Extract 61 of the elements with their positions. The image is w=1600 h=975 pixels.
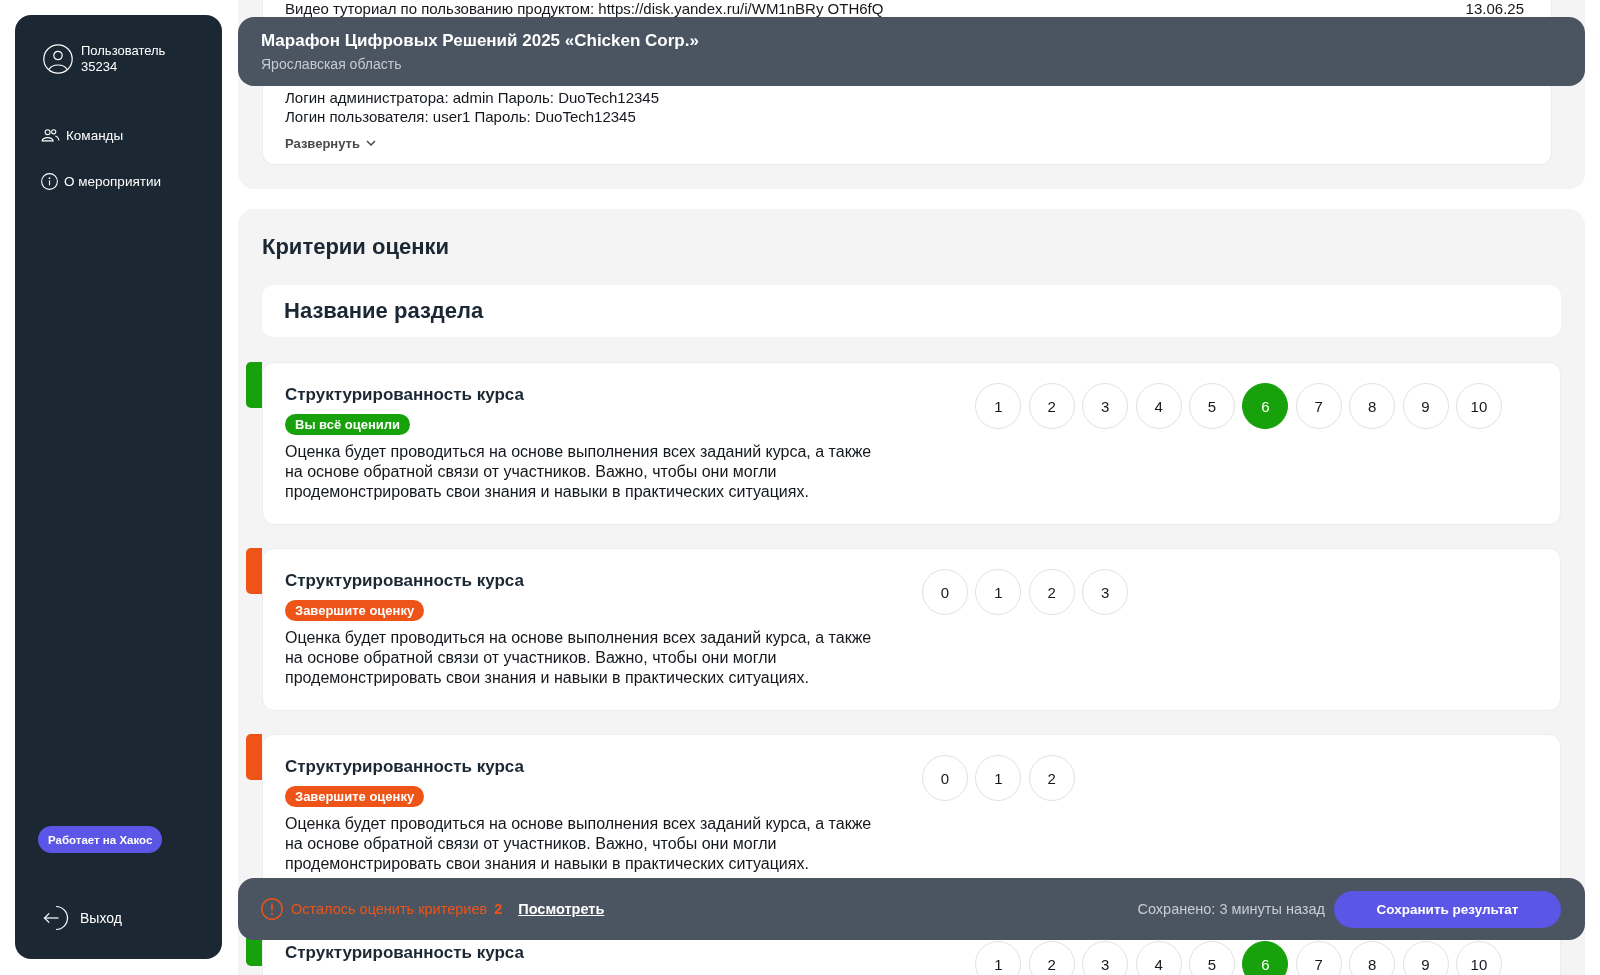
view-link[interactable]: Посмотреть <box>518 901 605 917</box>
warning-icon <box>261 898 283 920</box>
status-badge: Завершите оценку <box>285 600 425 621</box>
criterion-title: Структурированность курса <box>285 942 524 964</box>
criterion-title: Структурированность курса <box>285 756 524 778</box>
score-button[interactable]: 9 <box>1402 383 1449 429</box>
criteria-heading: Критерии оценки <box>262 233 451 261</box>
score-button[interactable]: 1 <box>975 755 1022 801</box>
score-button[interactable]: 7 <box>1295 941 1342 975</box>
score-button[interactable]: 2 <box>1028 569 1075 615</box>
score-button[interactable]: 2 <box>1028 755 1075 801</box>
remaining-text: Осталось оценить критериев <box>291 901 488 917</box>
criterion-description: Оценка будет проводиться на основе выполнения всех заданий курса, а также на основе обратной связи от участников. Важно, чтобы они могли продемонстрировать свои знания и навыки в практических ситуациях. <box>285 814 873 874</box>
score-button[interactable]: 10 <box>1455 941 1502 975</box>
save-button[interactable]: Сохранить результат <box>1334 890 1561 928</box>
event-title: Марафон Цифровых Решений 2025 «Chicken Corp.» <box>261 30 699 51</box>
criterion-description: Оценка будет проводиться на основе выполнения всех заданий курса, а также на основе обратной связи от участников. Важно, чтобы они могли продемонстрировать свои знания и навыки в практических ситуациях. <box>285 442 873 502</box>
remaining-count: 2 <box>494 901 503 917</box>
score-button[interactable]: 4 <box>1135 941 1182 975</box>
score-button[interactable]: 9 <box>1402 941 1449 975</box>
score-button[interactable]: 1 <box>975 383 1022 429</box>
info-icon <box>41 172 58 190</box>
chevron-down-icon <box>365 140 376 146</box>
credentials-line: Логин администратора: admin Пароль: DuoTech12345 <box>285 88 661 107</box>
powered-by-badge[interactable]: Работает на Хакос <box>38 826 163 853</box>
people-icon <box>41 128 60 142</box>
score-button[interactable]: 5 <box>1188 383 1235 429</box>
logout-button[interactable]: Выход <box>43 904 122 932</box>
expand-link[interactable]: Развернуть <box>285 134 376 152</box>
date-text: 13.06.25 <box>1465 1 1524 17</box>
score-button[interactable]: 0 <box>922 755 968 801</box>
nav-item[interactable]: О мероприятии <box>38 166 164 196</box>
score-button[interactable]: 0 <box>922 569 968 615</box>
score-button[interactable]: 10 <box>1455 383 1502 429</box>
nav-item[interactable]: Команды <box>38 120 127 150</box>
tutorial-link-text: Видео туториал по пользованию продуктом: https://disk.yandex.ru/i/WM1nBRy OTH6fQ <box>285 1 884 17</box>
user-number: 35234 <box>81 59 119 75</box>
score-button[interactable]: 2 <box>1028 383 1075 429</box>
score-button[interactable]: 3 <box>1082 383 1129 429</box>
score-button[interactable]: 7 <box>1295 383 1342 429</box>
score-button[interactable]: 5 <box>1188 941 1235 975</box>
status-badge: Завершите оценку <box>285 786 425 807</box>
credentials-line: Логин пользователя: user1 Пароль: DuoTech12345 <box>285 107 637 126</box>
score-button[interactable]: 4 <box>1135 383 1182 429</box>
user-icon <box>43 44 73 74</box>
section-heading: Название раздела <box>262 285 1561 337</box>
save-status: Сохранено: 3 минуты назад <box>1137 901 1325 917</box>
score-button[interactable]: 8 <box>1349 941 1396 975</box>
score-button[interactable]: 2 <box>1028 941 1075 975</box>
score-button[interactable]: 1 <box>975 941 1022 975</box>
logout-icon <box>43 905 69 931</box>
user-name: Пользователь <box>81 43 166 59</box>
criterion-description: Оценка будет проводиться на основе выполнения всех заданий курса, а также на основе обратной связи от участников. Важно, чтобы они могли продемонстрировать свои знания и навыки в практических ситуациях. <box>285 628 873 688</box>
criterion-title: Структурированность курса <box>285 570 524 592</box>
score-button[interactable]: 8 <box>1349 383 1396 429</box>
status-badge: Вы всё оценили <box>285 414 411 435</box>
score-button[interactable]: 3 <box>1082 569 1129 615</box>
score-button[interactable]: 1 <box>975 569 1022 615</box>
criterion-title: Структурированность курса <box>285 384 524 406</box>
event-region: Ярославская область <box>261 55 402 73</box>
score-button[interactable]: 3 <box>1082 941 1129 975</box>
